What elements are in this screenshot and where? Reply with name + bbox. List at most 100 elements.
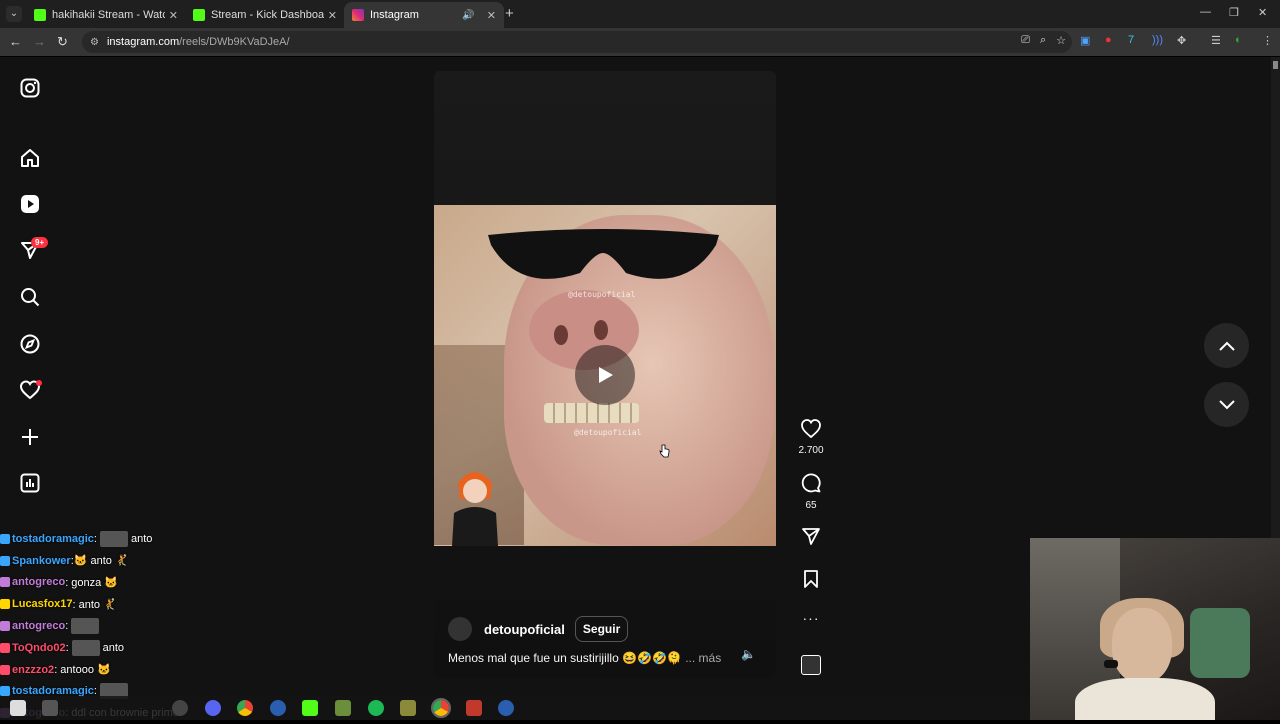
forward-icon[interactable]: → <box>33 34 46 49</box>
start-icon[interactable] <box>10 700 26 716</box>
profile-avatar-icon[interactable]: ◐ <box>1235 34 1242 46</box>
chat-username: ToQndo02 <box>12 641 66 654</box>
restore-button[interactable]: ❐ <box>1229 6 1239 19</box>
chat-message: enzzzo2: antooo 🐱 <box>0 659 240 681</box>
minecraft-icon[interactable] <box>335 700 351 716</box>
chat-badge-icon <box>0 533 10 544</box>
extension-icon[interactable]: ● <box>1105 34 1112 46</box>
app-icon[interactable] <box>498 700 514 716</box>
heart-icon <box>801 419 821 439</box>
tab-dashboard[interactable]: Stream - Kick Dashboard ✕ <box>185 2 345 28</box>
close-icon[interactable]: ✕ <box>328 9 337 22</box>
chat-text: : <box>65 641 69 654</box>
chat-text: : antooo 🐱 <box>54 664 111 677</box>
reels-icon[interactable] <box>19 193 41 215</box>
pig-teeth <box>544 403 639 423</box>
follow-button[interactable]: Seguir <box>574 616 629 642</box>
play-button[interactable] <box>575 345 635 405</box>
comment-action[interactable]: 65 <box>796 473 826 511</box>
sunglasses <box>488 229 719 279</box>
app-icon[interactable] <box>400 700 416 716</box>
instagram-favicon-icon <box>352 9 364 21</box>
chat-message: Lucasfox17: anto 🤾 <box>0 593 240 615</box>
kick-icon <box>34 9 46 21</box>
tab-stream[interactable]: hakihakii Stream - Watch Live o ✕ <box>26 2 186 28</box>
caption-more-link[interactable]: ... más <box>685 651 721 665</box>
address-bar[interactable]: ⚙ instagram.com/reels/DWb9KVaDJeA/ ⎚ ⌕ ☆ <box>82 31 1072 53</box>
extension-icon[interactable]: 7 <box>1128 34 1134 46</box>
tab-title: hakihakii Stream - Watch Live o <box>52 9 165 21</box>
tab-search-icon[interactable]: ☰ <box>1211 34 1221 47</box>
share-action[interactable] <box>796 526 826 551</box>
chat-text-after: anto <box>102 641 125 654</box>
app-icon[interactable] <box>466 700 482 716</box>
instagram-logo-icon[interactable] <box>19 77 41 99</box>
comment-count: 65 <box>805 500 817 511</box>
chrome-icon[interactable] <box>237 700 253 716</box>
author-avatar[interactable] <box>448 617 472 641</box>
chat-username: tostadoramagic <box>12 532 94 545</box>
chevron-up-icon <box>1218 341 1235 351</box>
scrollbar-thumb[interactable] <box>1273 61 1278 69</box>
obs-icon[interactable] <box>172 700 188 716</box>
extension-icon[interactable]: ▣ <box>1080 34 1090 47</box>
next-reel-button[interactable] <box>1204 382 1249 427</box>
streamer-shirt <box>1075 678 1215 720</box>
chevron-down-icon <box>1218 399 1235 409</box>
reload-icon[interactable]: ↻ <box>57 34 68 50</box>
plush-toy <box>1190 608 1250 678</box>
speaker-icon[interactable]: 🔊 <box>462 10 474 21</box>
more-options-icon[interactable]: ··· <box>796 610 826 626</box>
reel-caption: Menos mal que fue un sustirijillo 😆🤣🤣🫠 .… <box>448 651 721 665</box>
chat-username: Lucasfox17 <box>12 598 73 611</box>
notification-dot <box>36 380 42 386</box>
browser-toolbar: ← → ↻ ⚙ instagram.com/reels/DWb9KVaDJeA/… <box>0 28 1280 56</box>
watermark-text: @detoupoficial <box>574 428 642 437</box>
chat-text: : anto 🤾 <box>72 598 117 611</box>
home-icon[interactable] <box>19 147 41 169</box>
webcam-feed <box>1030 538 1280 720</box>
menu-icon[interactable]: ⋮ <box>1262 34 1273 47</box>
back-icon[interactable]: ← <box>9 34 22 49</box>
new-tab-button[interactable]: + <box>505 5 514 22</box>
bookmark-star-icon[interactable]: ☆ <box>1056 34 1066 47</box>
app-icon[interactable] <box>270 700 286 716</box>
extension-icon[interactable]: ))) <box>1152 34 1163 46</box>
chat-username: Spankower <box>12 554 71 567</box>
url-path: /reels/DWb9KVaDJeA/ <box>179 36 290 48</box>
kick-icon[interactable] <box>302 700 318 716</box>
tab-instagram[interactable]: Instagram 🔊 ✕ <box>344 2 504 28</box>
spotify-icon[interactable] <box>368 700 384 716</box>
caption-text: Menos mal que fue un sustirijillo 😆🤣🤣🫠 <box>448 651 682 665</box>
tab-search-button[interactable]: ⌄ <box>6 6 22 22</box>
create-icon[interactable] <box>19 426 41 448</box>
search-icon[interactable] <box>42 700 58 716</box>
window-close-button[interactable]: ✕ <box>1258 6 1267 19</box>
like-action[interactable]: 2.700 <box>796 419 826 456</box>
reel-video[interactable]: @detoupoficial @detoupoficial <box>434 205 776 546</box>
extensions-puzzle-icon[interactable]: ✥ <box>1177 34 1186 47</box>
audio-thumbnail[interactable] <box>801 655 821 675</box>
reel-card[interactable]: @detoupoficial @detoupoficial detoupofic… <box>434 71 776 678</box>
chat-text-after: 🐱 anto 🤾 <box>73 555 129 568</box>
dashboard-icon[interactable] <box>19 472 41 494</box>
author-name[interactable]: detoupoficial <box>484 622 565 637</box>
close-icon[interactable]: ✕ <box>487 9 496 22</box>
chat-badge-icon <box>0 664 10 675</box>
minimize-button[interactable]: — <box>1200 6 1211 18</box>
site-info-icon[interactable]: ⚙ <box>90 37 99 48</box>
explore-icon[interactable] <box>19 333 41 355</box>
close-icon[interactable]: ✕ <box>169 9 178 22</box>
vtuber-avatar <box>452 472 498 546</box>
cast-icon[interactable]: ⎚ <box>1021 34 1030 47</box>
chat-badge-icon <box>0 555 10 566</box>
previous-reel-button[interactable] <box>1204 323 1249 368</box>
save-action[interactable] <box>796 569 826 594</box>
chat-message: Spankower: 🐱 anto 🤾 <box>0 550 240 572</box>
search-icon[interactable] <box>19 286 41 308</box>
chrome-active-icon[interactable] <box>431 698 451 718</box>
mute-toggle[interactable]: 🔈 <box>741 647 756 661</box>
zoom-icon[interactable]: ⌕ <box>1040 34 1046 47</box>
tab-title: Instagram <box>370 9 419 21</box>
discord-icon[interactable] <box>205 700 221 716</box>
